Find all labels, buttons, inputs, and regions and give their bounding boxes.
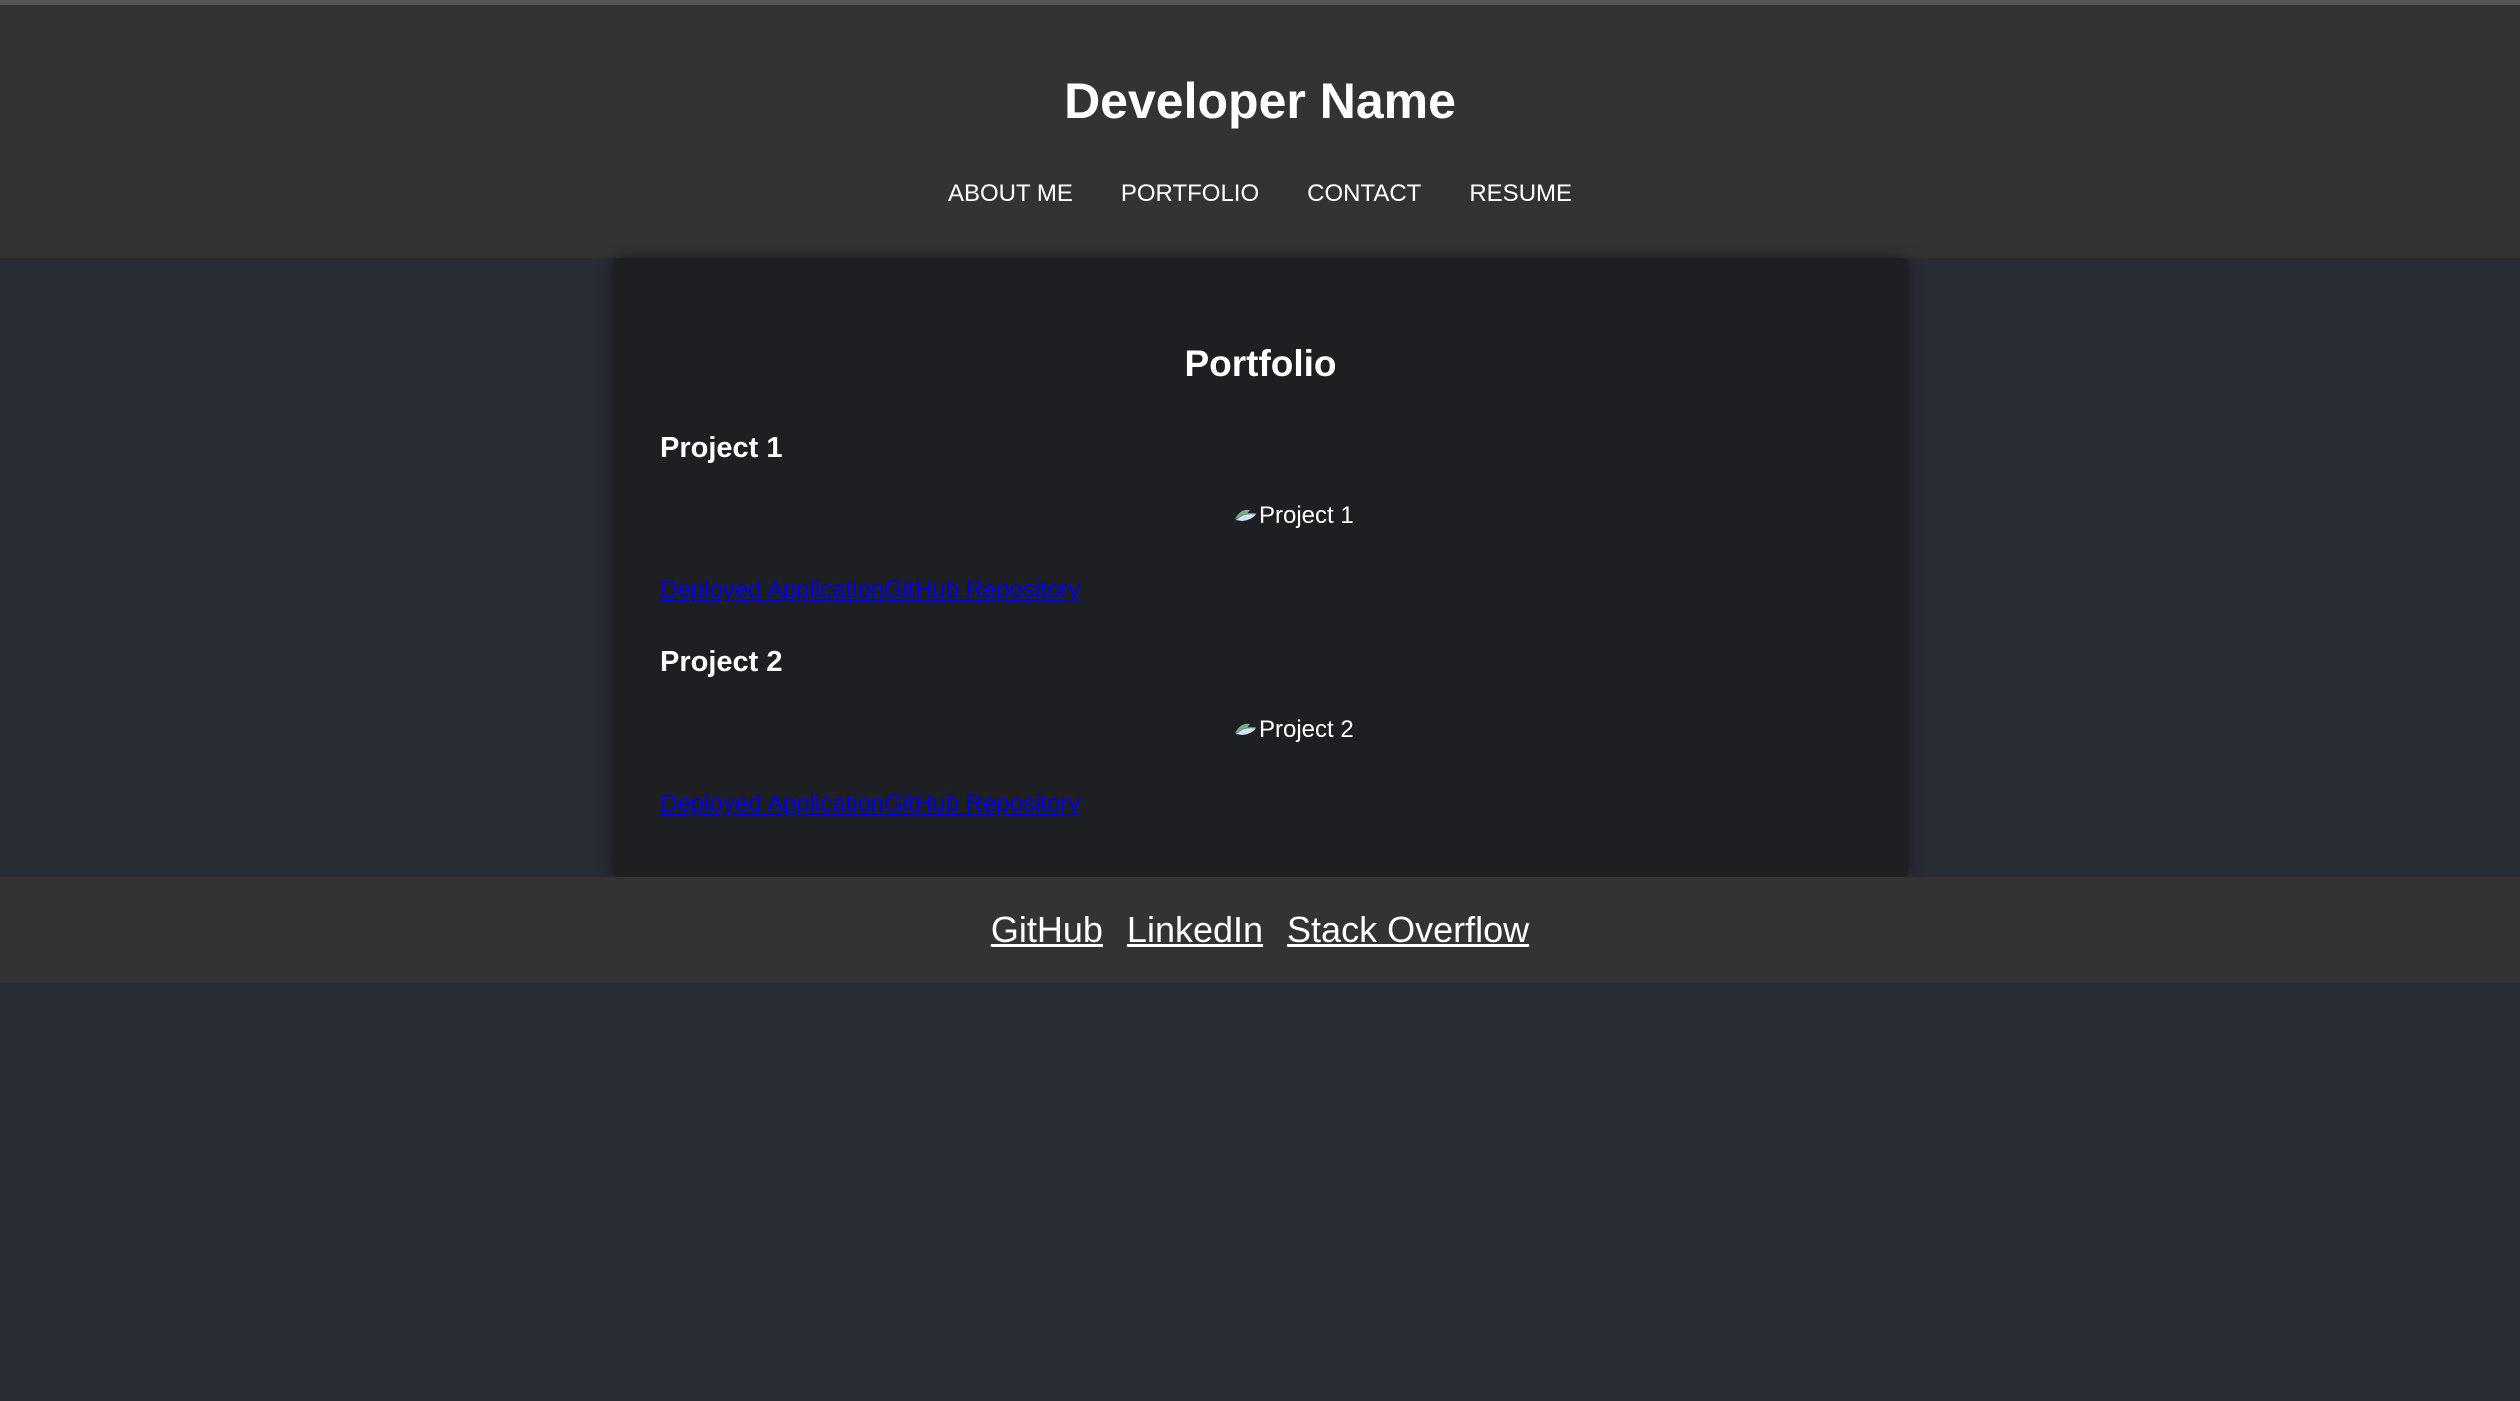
project-links: Deployed ApplicationGitHub Repository (660, 789, 1080, 819)
github-repo-link[interactable]: GitHub Repository (884, 790, 1080, 817)
site-title: Developer Name (1064, 73, 1456, 129)
footer-linkedin-link[interactable]: LinkedIn (1127, 908, 1263, 952)
nav-contact[interactable]: CONTACT (1307, 177, 1421, 211)
footer-github-link[interactable]: GitHub (991, 908, 1103, 952)
portfolio-heading: Portfolio (1184, 343, 1337, 384)
portfolio-section: Portfolio Project 1 Project 1 Deployed A… (613, 258, 1908, 877)
deployed-app-link[interactable]: Deployed Application (660, 790, 884, 817)
nav-about-me[interactable]: ABOUT ME (948, 177, 1073, 211)
project-image-alt: Project 1 (1259, 502, 1354, 529)
site-header: Developer Name ABOUT ME PORTFOLIO CONTAC… (0, 5, 2520, 258)
nav-portfolio[interactable]: PORTFOLIO (1121, 177, 1259, 211)
site-footer: GitHub LinkedIn Stack Overflow (0, 877, 2520, 983)
main-nav: ABOUT ME PORTFOLIO CONTACT RESUME (0, 177, 2520, 211)
project-image: Project 1 (1234, 501, 1354, 531)
broken-image-icon (1235, 509, 1257, 521)
nav-resume[interactable]: RESUME (1469, 177, 1572, 211)
github-repo-link[interactable]: GitHub Repository (884, 576, 1080, 603)
deployed-app-link[interactable]: Deployed Application (660, 576, 884, 603)
project-links: Deployed ApplicationGitHub Repository (660, 575, 1080, 605)
project-title: Project 2 (660, 646, 783, 678)
project-title: Project 1 (660, 432, 783, 464)
broken-image-icon (1235, 723, 1257, 735)
project-image-alt: Project 2 (1259, 716, 1354, 743)
project-image: Project 2 (1234, 715, 1354, 745)
footer-stackoverflow-link[interactable]: Stack Overflow (1287, 908, 1529, 952)
